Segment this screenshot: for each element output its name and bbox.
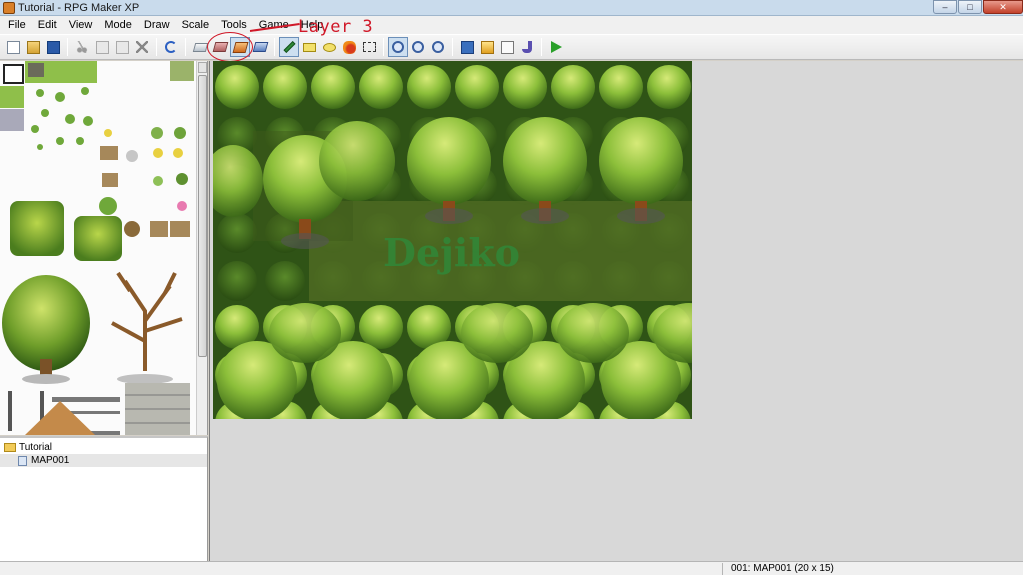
pencil-icon <box>282 40 296 54</box>
tree-project-node[interactable]: Tutorial <box>0 441 207 454</box>
script-editor-icon <box>500 40 514 54</box>
tileset-panel <box>0 61 208 435</box>
map-graphic: Dejiko <box>213 61 692 419</box>
open-icon <box>26 40 40 54</box>
open-project-button[interactable] <box>23 37 43 57</box>
new-icon <box>6 40 20 54</box>
project-name: Tutorial <box>19 442 52 453</box>
map-canvas[interactable]: Dejiko <box>213 61 692 419</box>
map-tree-panel: Tutorial MAP001 <box>0 436 208 561</box>
annotation-circle <box>207 32 253 62</box>
rectangle-icon <box>302 42 316 52</box>
undo-icon <box>165 41 177 53</box>
menu-edit[interactable]: Edit <box>32 16 63 34</box>
paste-icon <box>115 40 129 54</box>
zoom-1-button[interactable] <box>388 37 408 57</box>
menu-file[interactable]: File <box>2 16 32 34</box>
save-icon <box>46 40 60 54</box>
tree-map-node[interactable]: MAP001 <box>0 454 207 467</box>
toolbar <box>0 34 1023 60</box>
tileset-palette[interactable] <box>0 61 196 435</box>
database-button[interactable] <box>457 37 477 57</box>
copy-icon <box>95 40 109 54</box>
status-divider <box>722 563 723 575</box>
layer-1-icon <box>192 42 208 52</box>
zoom-2-icon <box>412 41 424 53</box>
menu-bar: File Edit View Mode Draw Scale Tools Gam… <box>0 16 1023 34</box>
delete-button[interactable] <box>132 37 152 57</box>
fill-tool-button[interactable] <box>339 37 359 57</box>
scrollbar-thumb[interactable] <box>198 75 207 357</box>
sound-test-icon <box>522 41 532 53</box>
map-editor-area[interactable]: Dejiko <box>209 61 1023 561</box>
tileset-scrollbar[interactable] <box>196 61 207 435</box>
map-icon <box>18 455 27 466</box>
ellipse-icon <box>322 42 336 52</box>
database-icon <box>460 40 474 54</box>
maximize-button[interactable]: □ <box>958 0 982 14</box>
menu-draw[interactable]: Draw <box>138 16 176 34</box>
zoom-4-button[interactable] <box>428 37 448 57</box>
cut-button[interactable] <box>72 37 92 57</box>
undo-button[interactable] <box>161 37 181 57</box>
zoom-2-button[interactable] <box>408 37 428 57</box>
toolbar-separator <box>185 38 186 56</box>
title-bar: Tutorial - RPG Maker XP – □ ✕ <box>0 0 1023 16</box>
pencil-tool-button[interactable] <box>279 37 299 57</box>
materialbase-button[interactable] <box>477 37 497 57</box>
tile-selection-cursor <box>3 64 24 84</box>
tileset-graphic <box>0 61 194 435</box>
menu-mode[interactable]: Mode <box>98 16 138 34</box>
window-title: Tutorial - RPG Maker XP <box>18 1 140 14</box>
folder-icon <box>4 443 16 452</box>
minimize-button[interactable]: – <box>933 0 957 14</box>
scroll-up-arrow-icon[interactable] <box>198 62 207 73</box>
toolbar-separator <box>383 38 384 56</box>
annotation-label: Layer 3 <box>298 17 374 37</box>
save-project-button[interactable] <box>43 37 63 57</box>
cut-icon <box>76 41 88 53</box>
zoom-4-icon <box>432 41 444 53</box>
script-editor-button[interactable] <box>497 37 517 57</box>
fill-icon <box>342 40 356 54</box>
window-controls: – □ ✕ <box>932 0 1023 16</box>
toolbar-separator <box>67 38 68 56</box>
select-tool-button[interactable] <box>359 37 379 57</box>
ellipse-tool-button[interactable] <box>319 37 339 57</box>
map-name: MAP001 <box>31 455 70 466</box>
event-layer-button[interactable] <box>250 37 270 57</box>
delete-icon <box>136 41 148 53</box>
app-icon <box>3 1 15 14</box>
toolbar-separator <box>541 38 542 56</box>
select-icon <box>362 42 376 52</box>
playtest-icon <box>550 41 562 53</box>
materialbase-icon <box>480 40 494 54</box>
menu-scale[interactable]: Scale <box>176 16 216 34</box>
event-layer-icon <box>252 42 268 52</box>
menu-view[interactable]: View <box>63 16 99 34</box>
zoom-1-icon <box>392 41 404 53</box>
map-info-status: 001: MAP001 (20 x 15) <box>731 563 834 574</box>
sound-test-button[interactable] <box>517 37 537 57</box>
status-bar: 001: MAP001 (20 x 15) <box>0 561 1023 575</box>
copy-button[interactable] <box>92 37 112 57</box>
toolbar-separator <box>452 38 453 56</box>
map-watermark: Dejiko <box>383 230 520 275</box>
paste-button[interactable] <box>112 37 132 57</box>
close-button[interactable]: ✕ <box>983 0 1023 14</box>
playtest-button[interactable] <box>546 37 566 57</box>
rectangle-tool-button[interactable] <box>299 37 319 57</box>
toolbar-separator <box>274 38 275 56</box>
new-project-button[interactable] <box>3 37 23 57</box>
toolbar-separator <box>156 38 157 56</box>
